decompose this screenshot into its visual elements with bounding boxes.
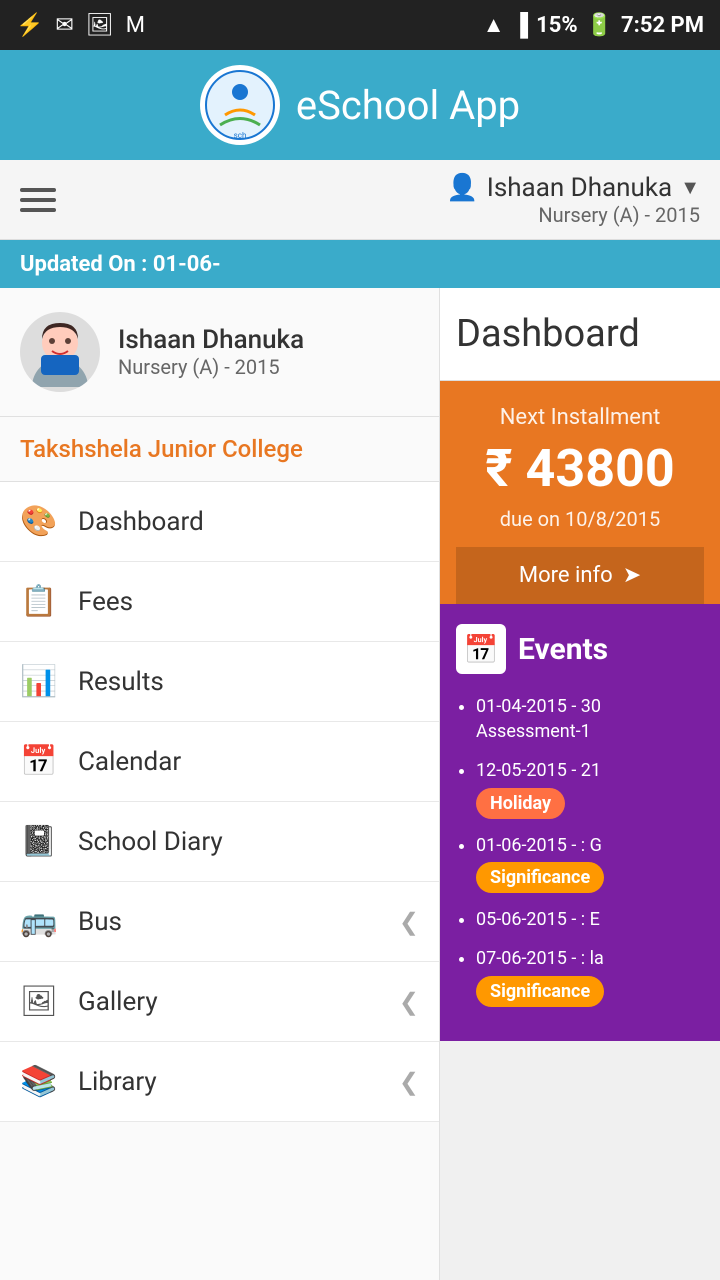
image-icon: 🖼 (86, 13, 114, 38)
user-class: Nursery (A) - 2015 (538, 203, 700, 227)
event-badge: Holiday (476, 788, 565, 819)
event-badge: Significance (476, 862, 604, 893)
event-list-item: 07-06-2015 - : la Significance (476, 946, 704, 1006)
school-diary-label: School Diary (78, 827, 419, 857)
event-date: 12-05-2015 - 21 (476, 760, 601, 781)
profile-class: Nursery (A) - 2015 (118, 355, 304, 379)
event-list-item: 05-06-2015 - : E (476, 907, 704, 932)
below-banner: Ishaan Dhanuka Nursery (A) - 2015 Takshs… (0, 288, 720, 1280)
fees-amount: ₹ 43800 (456, 438, 704, 499)
dashboard-label: Dashboard (78, 507, 419, 537)
events-card: 📅 Events 01-04-2015 - 30 Assessment-1 12-… (440, 604, 720, 1041)
sidebar-item-bus[interactable]: 🚌 Bus ❮ (0, 882, 439, 962)
event-list-item: 01-04-2015 - 30 Assessment-1 (476, 694, 704, 744)
battery-icon: 🔋 (586, 13, 613, 38)
calendar-icon: 📅 (20, 744, 58, 779)
bus-icon: 🚌 (20, 904, 58, 939)
sidebar-item-dashboard[interactable]: 🎨 Dashboard (0, 482, 439, 562)
library-arrow-icon: ❮ (399, 1068, 419, 1096)
app-logo: sch (200, 65, 280, 145)
hamburger-line-3 (20, 208, 56, 212)
library-icon: 📚 (20, 1064, 58, 1099)
update-text: Updated On : 01-06- (20, 252, 221, 277)
sidebar-item-school-diary[interactable]: 📓 School Diary (0, 802, 439, 882)
fees-label: Fees (78, 587, 419, 617)
app-title: eSchool App (296, 82, 520, 129)
update-banner: Updated On : 01-06- (0, 240, 720, 288)
school-name: Takshshela Junior College (0, 417, 439, 482)
event-description: Assessment-1 (476, 721, 591, 742)
results-icon: 📊 (20, 664, 58, 699)
event-list-item: 01-06-2015 - : G Significance (476, 833, 704, 893)
bus-arrow-icon: ❮ (399, 908, 419, 936)
event-badge: Significance (476, 976, 604, 1007)
more-info-arrow-icon: ➤ (623, 563, 641, 588)
signal-icon: ▐ (513, 12, 529, 38)
usb-icon: ⚡ (16, 13, 43, 38)
event-date: 01-06-2015 - : G (476, 835, 602, 856)
gallery-label: Gallery (78, 987, 379, 1017)
mail-icon: ✉ (55, 13, 73, 38)
school-diary-icon: 📓 (20, 824, 58, 859)
wifi-icon: ▲ (483, 12, 505, 38)
sidebar: Ishaan Dhanuka Nursery (A) - 2015 Takshs… (0, 288, 440, 1280)
right-panel: Dashboard Next Installment ₹ 43800 due o… (440, 288, 720, 1280)
profile-name: Ishaan Dhanuka (118, 325, 304, 355)
fees-icon: 📋 (20, 584, 58, 619)
hamburger-line-2 (20, 198, 56, 202)
fees-more-info-button[interactable]: More info ➤ (456, 547, 704, 604)
avatar (20, 312, 100, 392)
user-name: Ishaan Dhanuka (487, 173, 672, 203)
status-bar: ⚡ ✉ 🖼 M ▲ ▐ 15% 🔋 7:52 PM (0, 0, 720, 50)
time-display: 7:52 PM (621, 13, 704, 38)
more-info-label: More info (519, 563, 613, 588)
library-label: Library (78, 1067, 379, 1097)
calendar-label: Calendar (78, 747, 419, 777)
results-label: Results (78, 667, 419, 697)
calendar-icon: 📅 (456, 624, 506, 674)
sidebar-item-fees[interactable]: 📋 Fees (0, 562, 439, 642)
events-list: 01-04-2015 - 30 Assessment-1 12-05-2015 -… (456, 694, 704, 1007)
dropdown-arrow-icon: ▼ (680, 175, 700, 200)
user-name-row[interactable]: 👤 Ishaan Dhanuka ▼ (446, 173, 700, 203)
sidebar-item-gallery[interactable]: 🖼 Gallery ❮ (0, 962, 439, 1042)
gallery-arrow-icon: ❮ (399, 988, 419, 1016)
event-list-item: 12-05-2015 - 21 Holiday (476, 758, 704, 818)
hamburger-menu[interactable] (20, 188, 56, 212)
gmail-icon: M (126, 13, 145, 38)
fees-next-installment-label: Next Installment (456, 405, 704, 430)
hamburger-line-1 (20, 188, 56, 192)
bus-label: Bus (78, 907, 379, 937)
events-title: Events (518, 632, 608, 667)
status-right: ▲ ▐ 15% 🔋 7:52 PM (483, 12, 704, 38)
user-person-icon: 👤 (446, 173, 478, 203)
status-icons: ⚡ ✉ 🖼 M (16, 13, 145, 38)
sub-header: 👤 Ishaan Dhanuka ▼ Nursery (A) - 2015 (0, 160, 720, 240)
fees-due-date: due on 10/8/2015 (456, 507, 704, 531)
event-date: 07-06-2015 - : la (476, 948, 604, 969)
event-date: 01-04-2015 - 30 (476, 696, 601, 717)
events-header: 📅 Events (456, 624, 704, 674)
user-info: 👤 Ishaan Dhanuka ▼ Nursery (A) - 2015 (446, 173, 700, 227)
svg-text:sch: sch (234, 131, 247, 140)
dashboard-title: Dashboard (440, 288, 720, 381)
sidebar-item-results[interactable]: 📊 Results (0, 642, 439, 722)
nav-items-container: 🎨 Dashboard 📋 Fees 📊 Results 📅 Calendar … (0, 482, 439, 1122)
profile-text: Ishaan Dhanuka Nursery (A) - 2015 (118, 325, 304, 379)
sidebar-item-library[interactable]: 📚 Library ❮ (0, 1042, 439, 1122)
gallery-icon: 🖼 (20, 984, 58, 1019)
app-header: sch eSchool App (0, 50, 720, 160)
profile-section: Ishaan Dhanuka Nursery (A) - 2015 (0, 288, 439, 417)
battery-text: 15% (536, 13, 578, 38)
sidebar-item-calendar[interactable]: 📅 Calendar (0, 722, 439, 802)
fees-card: Next Installment ₹ 43800 due on 10/8/201… (440, 381, 720, 604)
dashboard-icon: 🎨 (20, 504, 58, 539)
event-date: 05-06-2015 - : E (476, 909, 600, 930)
